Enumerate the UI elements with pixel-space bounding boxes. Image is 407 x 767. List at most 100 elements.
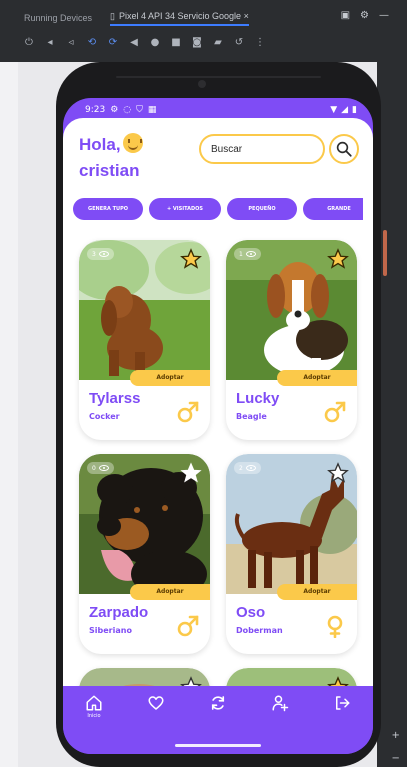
- ide-tab-bar: Running Devices ▯ Pixel 4 API 34 Servicio…: [0, 8, 249, 28]
- overview-icon[interactable]: ■: [171, 38, 181, 48]
- greeting: Hola, cristian: [79, 132, 143, 184]
- battery-icon: ▮: [352, 104, 357, 115]
- home-indicator[interactable]: [175, 744, 261, 747]
- sync-status-icon: ◌: [123, 104, 132, 115]
- eye-icon: [98, 465, 109, 471]
- chip-grande[interactable]: GRANDE: [303, 198, 363, 220]
- ide-window-controls: ▣ ⚙ —: [341, 10, 389, 21]
- adopt-button[interactable]: Adoptar: [277, 370, 357, 386]
- volume-up-icon[interactable]: ◂: [45, 38, 55, 48]
- device-icon: ▯: [110, 10, 115, 21]
- more-icon[interactable]: ⋮: [255, 38, 265, 48]
- adopt-button[interactable]: Adoptar: [130, 370, 210, 386]
- status-left: 9:23 ⚙ ◌ ⛉ ▦: [85, 105, 156, 115]
- back-icon[interactable]: ◀: [129, 38, 139, 48]
- home-icon[interactable]: ●: [150, 38, 160, 48]
- ide-side-controls: + − ▢: [392, 730, 401, 767]
- tab-running-devices[interactable]: Running Devices: [24, 13, 92, 23]
- ide-right-panel: + − ▢: [377, 62, 407, 767]
- nav-item-refresh[interactable]: [198, 694, 238, 724]
- user-name: cristian: [79, 161, 140, 180]
- nav-item-favorites[interactable]: [136, 694, 176, 724]
- status-right: ▼ ◢ ▮: [330, 105, 357, 115]
- eye-icon: [245, 465, 256, 471]
- rotate-right-icon[interactable]: ⟳: [108, 38, 118, 48]
- phone-camera: [198, 80, 206, 88]
- search-icon: [336, 141, 352, 157]
- settings-status-icon: ⚙: [110, 104, 119, 115]
- shield-status-icon: ⛉: [136, 104, 143, 115]
- volume-down-icon[interactable]: ◃: [66, 38, 76, 48]
- pet-card-partial[interactable]: [226, 668, 357, 686]
- undo-icon[interactable]: ↺: [234, 38, 244, 48]
- male-icon: [177, 401, 199, 423]
- female-icon: [327, 615, 343, 638]
- layout-icon[interactable]: ▣: [341, 10, 350, 21]
- filter-chips: GENERA TUPO + VISITADOS PEQUEÑO GRANDE: [73, 198, 363, 220]
- chip-pequeno[interactable]: PEQUEÑO: [227, 198, 297, 220]
- search-placeholder: Buscar: [211, 143, 243, 155]
- eye-icon: [245, 251, 256, 257]
- views-badge: 0: [87, 462, 114, 474]
- search-button[interactable]: [329, 134, 359, 164]
- emulator-toolbar: ⏻ ◂ ◃ ⟲ ⟳ ◀ ● ■ ◙ ▰ ↺ ⋮: [24, 38, 265, 48]
- camera-icon[interactable]: ▰: [213, 38, 223, 48]
- views-badge: 3: [87, 248, 114, 260]
- pet-name: Tylarss: [89, 390, 141, 407]
- views-count: 3: [92, 250, 96, 258]
- male-icon: [177, 615, 199, 637]
- pet-card[interactable]: 3 Adoptar Tylarss Cocker: [79, 240, 210, 440]
- views-badge: 1: [234, 248, 261, 260]
- nav-label-home: Inicio: [87, 713, 101, 719]
- refresh-icon: [211, 696, 225, 710]
- tab-close-icon[interactable]: ×: [244, 11, 249, 21]
- wifi-icon: ▼: [330, 104, 338, 115]
- favorite-star-icon[interactable]: [180, 248, 202, 270]
- favorite-star-icon[interactable]: [327, 462, 349, 484]
- pet-breed: Doberman: [236, 626, 283, 635]
- tab-pixel-4[interactable]: ▯ Pixel 4 API 34 Servicio Google ×: [110, 11, 249, 26]
- favorite-star-icon[interactable]: [327, 676, 349, 686]
- phone-screen: 9:23 ⚙ ◌ ⛉ ▦ ▼ ◢ ▮ Hola, cristian Buscar…: [63, 98, 373, 754]
- pet-breed: Cocker: [89, 412, 120, 421]
- pet-card[interactable]: 2 Adoptar Oso Doberman: [226, 454, 357, 654]
- favorite-star-icon[interactable]: [327, 248, 349, 270]
- zoom-out-icon[interactable]: −: [392, 753, 401, 764]
- views-count: 0: [92, 464, 96, 472]
- eye-icon: [98, 251, 109, 257]
- minimize-icon[interactable]: —: [379, 10, 389, 21]
- signal-icon: ◢: [341, 104, 349, 115]
- ide-scrollbar[interactable]: [383, 230, 387, 276]
- nav-item-profile[interactable]: [260, 694, 300, 724]
- adopt-button[interactable]: Adoptar: [130, 584, 210, 600]
- ide-left-margin: [0, 62, 18, 767]
- favorite-star-icon[interactable]: [180, 462, 202, 484]
- gear-icon[interactable]: ⚙: [360, 10, 369, 21]
- heart-icon: [148, 696, 164, 710]
- chip-mas-visitados[interactable]: + VISITADOS: [149, 198, 221, 220]
- views-count: 1: [239, 250, 243, 258]
- chip-genera-tupo[interactable]: GENERA TUPO: [73, 198, 143, 220]
- nav-item-logout[interactable]: [322, 694, 362, 724]
- calendar-status-icon: ▦: [147, 104, 157, 115]
- screenshot-icon[interactable]: ◙: [192, 38, 202, 48]
- power-icon[interactable]: ⏻: [24, 38, 34, 48]
- zoom-in-icon[interactable]: +: [392, 730, 401, 741]
- pet-card[interactable]: 0 Adoptar Zarpado Siberiano: [79, 454, 210, 654]
- main-content: Hola, cristian Buscar GENERA TUPO + VISI…: [63, 118, 373, 686]
- pet-name: Lucky: [236, 390, 280, 407]
- adopt-button[interactable]: Adoptar: [277, 584, 357, 600]
- ide-title-bar: Running Devices ▯ Pixel 4 API 34 Servicio…: [0, 0, 407, 62]
- nav-item-home[interactable]: Inicio: [74, 694, 114, 724]
- pet-name: Zarpado: [89, 604, 149, 621]
- status-bar: 9:23 ⚙ ◌ ⛉ ▦ ▼ ◢ ▮: [63, 98, 373, 118]
- favorite-star-icon[interactable]: [180, 676, 202, 686]
- home-icon: [86, 695, 102, 711]
- rotate-left-icon[interactable]: ⟲: [87, 38, 97, 48]
- search-input[interactable]: Buscar: [199, 134, 325, 164]
- pet-card[interactable]: 1 Adoptar Lucky Beagle: [226, 240, 357, 440]
- user-add-icon: [272, 695, 289, 712]
- status-time: 9:23: [85, 104, 106, 115]
- pet-name: Oso: [236, 604, 266, 621]
- pet-card-partial[interactable]: [79, 668, 210, 686]
